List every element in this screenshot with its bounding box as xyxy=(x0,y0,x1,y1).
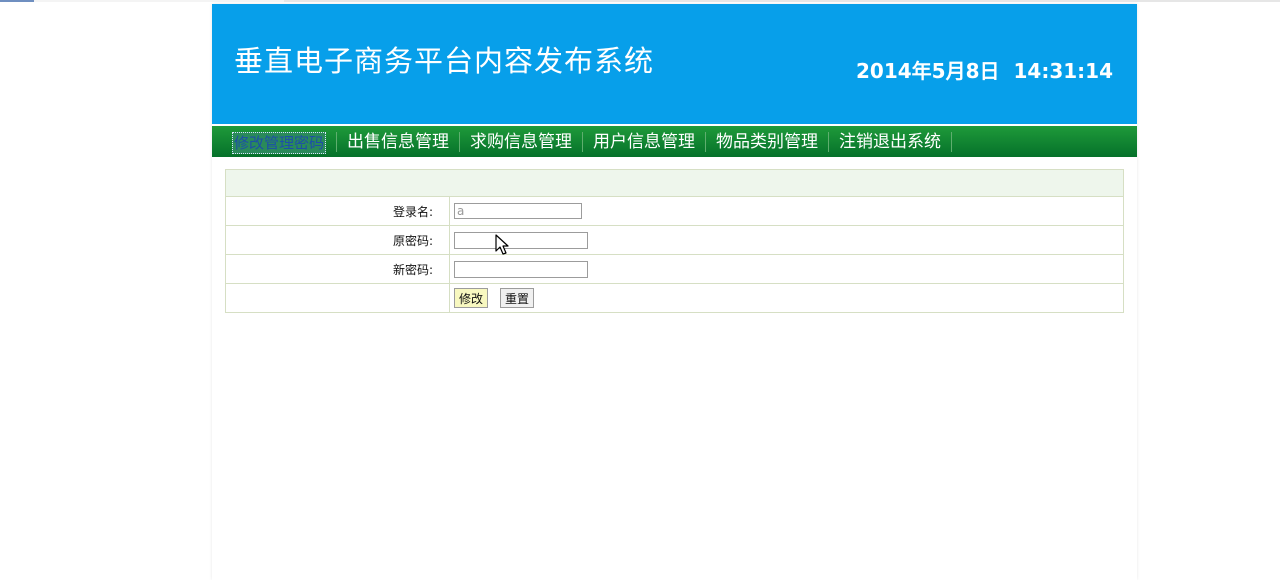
new-password-cell xyxy=(449,254,1124,284)
buttons-cell: 修改 重置 xyxy=(449,283,1124,313)
form-header-cell xyxy=(225,169,1124,197)
nav-item-category[interactable]: 物品类别管理 xyxy=(706,131,830,152)
form-row-login-name: 登录名: xyxy=(225,196,1124,226)
old-password-input[interactable] xyxy=(454,231,588,249)
form-row-new-password: 新密码: xyxy=(225,254,1124,284)
new-password-input[interactable] xyxy=(454,260,588,278)
header-banner: 垂直电子商务平台内容发布系统 2014年5月8日 14:31:14 xyxy=(212,4,1137,124)
browser-top-strip xyxy=(0,0,1280,2)
browser-tab-indicator xyxy=(0,0,34,2)
datetime-display: 2014年5月8日 14:31:14 xyxy=(856,55,1113,84)
nav-item-change-password[interactable]: 修改管理密码 xyxy=(232,131,327,154)
login-name-label: 登录名: xyxy=(225,196,450,226)
site-title: 垂直电子商务平台内容发布系统 xyxy=(234,44,655,78)
password-form: 登录名: 原密码: 新密码: 修改重置 xyxy=(225,169,1124,313)
reset-button[interactable]: 重置 xyxy=(500,288,535,308)
login-name-input[interactable] xyxy=(454,203,582,219)
nav-item-sell-info[interactable]: 出售信息管理 xyxy=(337,131,461,152)
form-row-buttons: 修改 重置 xyxy=(225,283,1124,313)
time-text: 14:31:14 xyxy=(1013,59,1114,83)
old-password-label: 原密码: xyxy=(225,225,450,255)
old-password-cell xyxy=(449,225,1124,255)
nav-item-logout[interactable]: 注销退出系统 xyxy=(829,131,953,152)
nav-item-label: 修改管理密码 xyxy=(232,131,327,154)
login-name-cell xyxy=(449,196,1124,226)
new-password-label: 新密码: xyxy=(225,254,450,284)
form-row-old-password: 原密码: xyxy=(225,225,1124,255)
mouse-cursor-icon xyxy=(495,234,509,255)
nav-item-buy-info[interactable]: 求购信息管理 xyxy=(460,131,584,152)
buttons-label-cell xyxy=(225,283,450,313)
page-container: 垂直电子商务平台内容发布系统 2014年5月8日 14:31:14 修改管理密码 … xyxy=(212,4,1137,580)
submit-button[interactable]: 修改 xyxy=(454,288,489,308)
nav-item-user-info[interactable]: 用户信息管理 xyxy=(583,131,707,152)
main-nav: 修改管理密码 出售信息管理 求购信息管理 用户信息管理 物品类别管理 注销退出系… xyxy=(212,126,1137,157)
date-text: 2014年5月8日 xyxy=(856,59,1000,83)
browser-tab xyxy=(34,0,284,2)
form-header-row xyxy=(225,169,1124,197)
